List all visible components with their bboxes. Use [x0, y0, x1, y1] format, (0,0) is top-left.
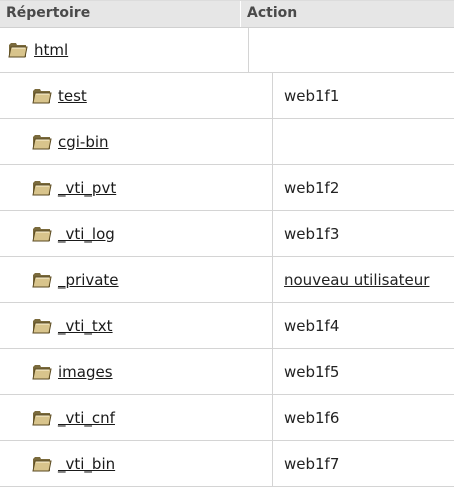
- header-directory-label: Répertoire: [6, 5, 91, 21]
- directory-link[interactable]: cgi-bin: [58, 133, 109, 151]
- action-cell: web1f1: [273, 73, 454, 118]
- table-header: Répertoire Action: [0, 1, 454, 28]
- table-row: html: [0, 28, 454, 73]
- directory-link[interactable]: test: [58, 87, 87, 105]
- action-cell: web1f6: [273, 395, 454, 440]
- directory-table: Répertoire Action html test web1f1 cgi-b…: [0, 0, 454, 487]
- folder-icon: [32, 88, 52, 103]
- directory-link[interactable]: _private: [58, 271, 119, 289]
- directory-link[interactable]: _vti_bin: [58, 455, 115, 473]
- table-row: _private nouveau utilisateur: [0, 257, 454, 303]
- directory-cell: _vti_log: [0, 211, 273, 256]
- directory-link[interactable]: _vti_log: [58, 225, 115, 243]
- directory-cell: _vti_cnf: [0, 395, 273, 440]
- directory-cell: _vti_bin: [0, 441, 273, 486]
- directory-link[interactable]: _vti_pvt: [58, 179, 116, 197]
- action-label: web1f6: [284, 408, 340, 427]
- table-row: images web1f5: [0, 349, 454, 395]
- directory-cell: _private: [0, 257, 273, 302]
- directory-cell: test: [0, 73, 273, 118]
- table-row: cgi-bin: [0, 119, 454, 165]
- directory-cell: cgi-bin: [0, 119, 273, 164]
- table-row: _vti_pvt web1f2: [0, 165, 454, 211]
- folder-icon: [32, 364, 52, 379]
- directory-link[interactable]: _vti_cnf: [58, 409, 115, 427]
- folder-icon: [32, 456, 52, 471]
- folder-icon: [8, 43, 28, 58]
- header-action-cell: Action: [241, 1, 454, 27]
- action-label: web1f2: [284, 178, 340, 197]
- directory-cell: _vti_pvt: [0, 165, 273, 210]
- action-label: web1f1: [284, 86, 340, 105]
- table-row: _vti_bin web1f7: [0, 441, 454, 487]
- header-action-label: Action: [247, 5, 298, 21]
- header-directory-cell: Répertoire: [0, 1, 241, 27]
- action-cell: [273, 119, 454, 164]
- directory-cell: html: [0, 28, 249, 72]
- action-label: web1f5: [284, 362, 340, 381]
- directory-cell: images: [0, 349, 273, 394]
- action-label: web1f4: [284, 316, 340, 335]
- action-label: web1f7: [284, 454, 340, 473]
- action-cell: web1f2: [273, 165, 454, 210]
- action-cell: web1f5: [273, 349, 454, 394]
- directory-link[interactable]: _vti_txt: [58, 317, 113, 335]
- folder-icon: [32, 410, 52, 425]
- action-cell: web1f3: [273, 211, 454, 256]
- folder-icon: [32, 226, 52, 241]
- directory-link[interactable]: html: [34, 41, 68, 59]
- table-row: test web1f1: [0, 73, 454, 119]
- action-label: web1f3: [284, 224, 340, 243]
- action-cell: web1f4: [273, 303, 454, 348]
- action-cell: [249, 28, 454, 72]
- folder-icon: [32, 318, 52, 333]
- table-row: _vti_cnf web1f6: [0, 395, 454, 441]
- folder-icon: [32, 134, 52, 149]
- action-cell: web1f7: [273, 441, 454, 486]
- directory-cell: _vti_txt: [0, 303, 273, 348]
- directory-link[interactable]: images: [58, 363, 113, 381]
- table-row: _vti_log web1f3: [0, 211, 454, 257]
- action-cell: nouveau utilisateur: [273, 257, 454, 302]
- table-row: _vti_txt web1f4: [0, 303, 454, 349]
- folder-icon: [32, 180, 52, 195]
- new-user-link[interactable]: nouveau utilisateur: [284, 271, 429, 289]
- folder-icon: [32, 272, 52, 287]
